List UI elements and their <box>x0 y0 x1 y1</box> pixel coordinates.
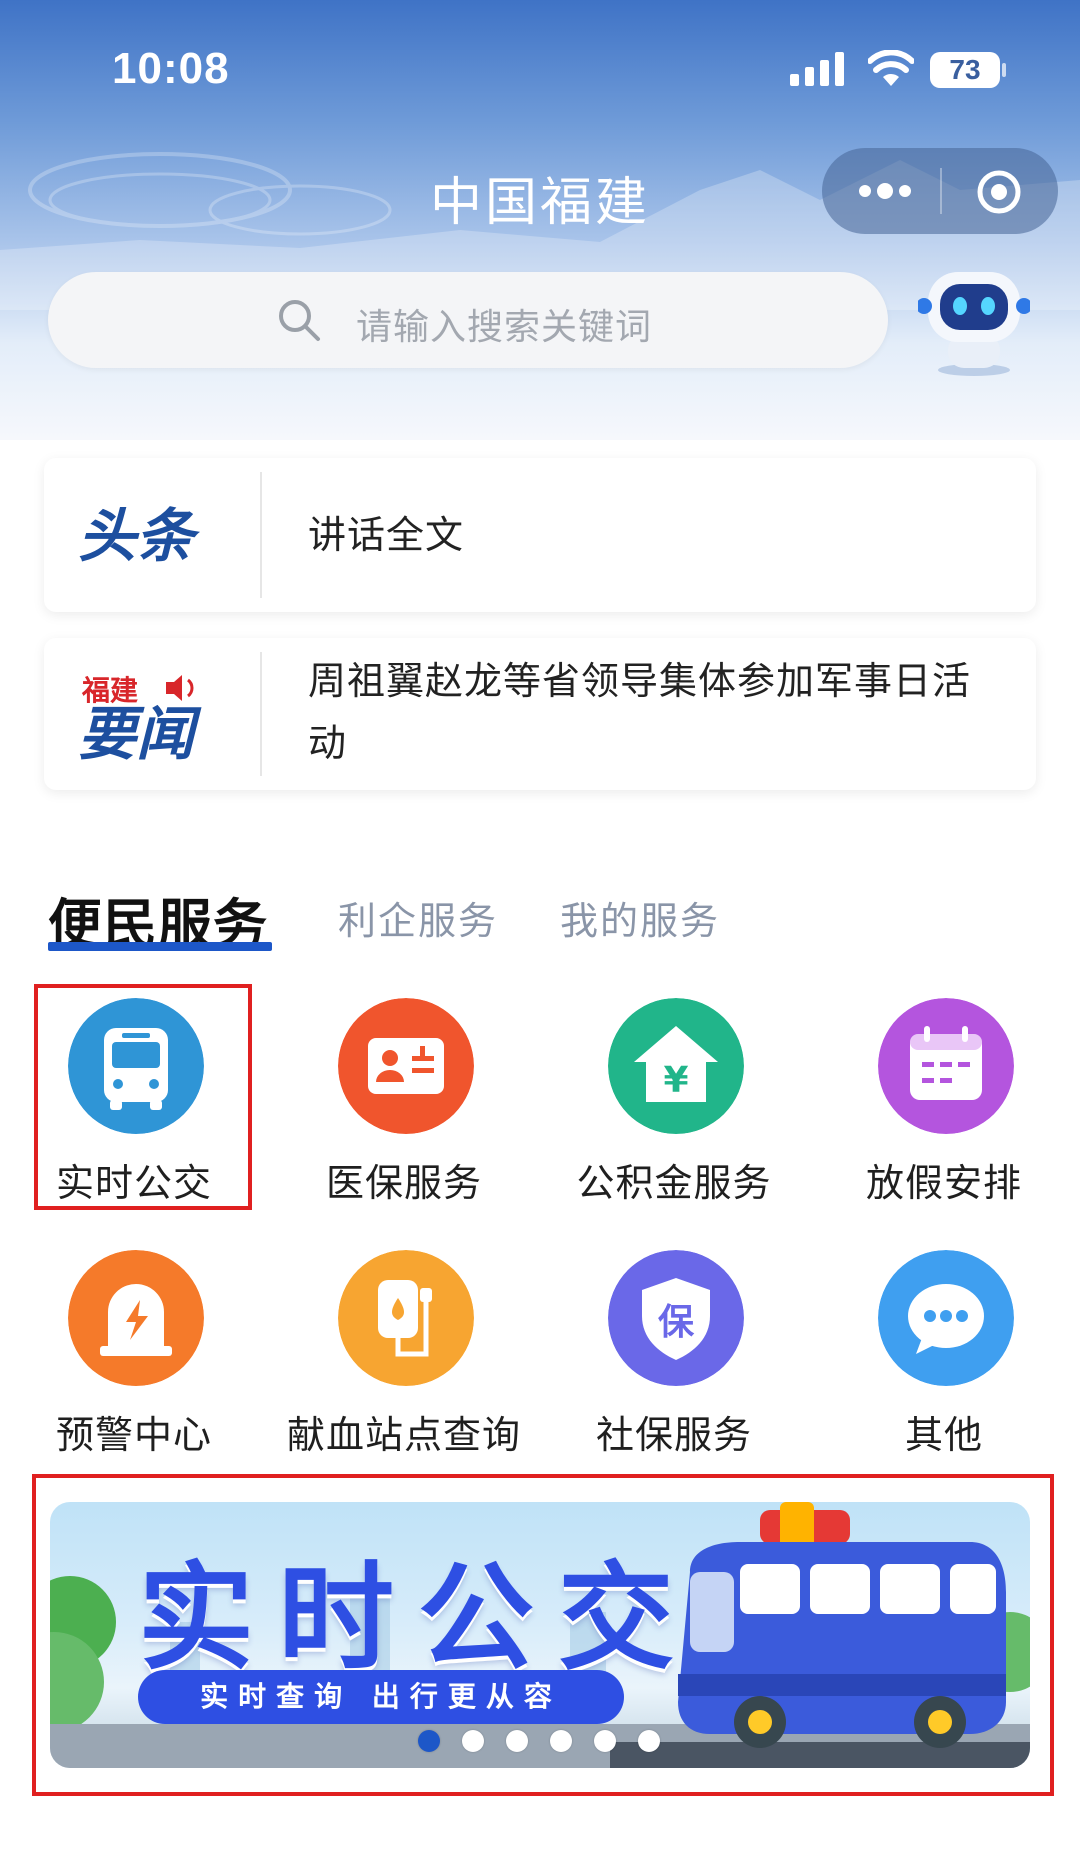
house-yen-icon: ¥ <box>608 998 744 1134</box>
news-text: 周祖翼赵龙等省领导集体参加军事日活 动 <box>308 650 971 774</box>
fujian-news-logo: 福建 要闻 <box>78 674 202 766</box>
tab-active-underline <box>48 942 272 951</box>
search-icon <box>279 300 320 341</box>
service-warning-center[interactable]: 预警中心 <box>4 1250 264 1457</box>
tab-my-services[interactable]: 我的服务 <box>560 890 720 945</box>
shield-bao-icon: 保 <box>608 1250 744 1386</box>
service-blood-station[interactable]: 献血站点查询 <box>274 1250 534 1457</box>
headline-logo-text: 头条 <box>78 502 201 568</box>
battery-nub <box>1002 63 1006 77</box>
news-divider <box>260 652 262 776</box>
battery-icon: 73 <box>930 52 1000 88</box>
wifi-icon <box>868 50 914 86</box>
service-label: 公积金服务 <box>576 1161 772 1205</box>
headline-logo: 头条 <box>78 502 201 568</box>
tab-enterprise-services[interactable]: 利企服务 <box>338 890 498 945</box>
svg-text:保: 保 <box>658 1302 695 1343</box>
id-card-icon <box>338 998 474 1134</box>
service-label: 放假安排 <box>865 1161 1022 1205</box>
news-divider <box>260 472 262 598</box>
svg-text:¥: ¥ <box>663 1060 688 1101</box>
close-miniprogram-icon[interactable] <box>975 168 1023 216</box>
alarm-icon <box>68 1250 204 1386</box>
service-social-security[interactable]: 保 社保服务 <box>544 1250 804 1457</box>
news-card-headline[interactable]: 头条 讲话全文 <box>44 458 1036 612</box>
news-text-line1: 周祖翼赵龙等省领导集体参加军事日活 <box>308 659 972 703</box>
status-time: 10:08 <box>112 44 230 93</box>
service-label: 预警中心 <box>55 1413 212 1457</box>
blood-bag-icon <box>338 1250 474 1386</box>
news-text: 讲话全文 <box>308 513 465 557</box>
fujian-logo-bottom: 要闻 <box>78 700 202 766</box>
service-housing-fund[interactable]: ¥ 公积金服务 <box>544 998 804 1205</box>
service-medical-insurance[interactable]: 医保服务 <box>274 998 534 1205</box>
cellular-signal-icon <box>790 52 844 86</box>
capsule-divider <box>940 168 942 214</box>
service-holiday-schedule[interactable]: 放假安排 <box>814 998 1074 1205</box>
service-label: 献血站点查询 <box>286 1413 521 1457</box>
search-input[interactable]: 请输入搜索关键词 <box>48 272 888 368</box>
more-dots-icon <box>878 1250 1014 1386</box>
calendar-icon <box>878 998 1014 1134</box>
news-card-fujian[interactable]: 福建 要闻 周祖翼赵龙等省领导集体参加军事日活 动 <box>44 638 1036 790</box>
service-others[interactable]: 其他 <box>814 1250 1074 1457</box>
more-menu-icon[interactable] <box>855 178 915 204</box>
highlight-frame-banner <box>32 1474 1054 1796</box>
service-label: 社保服务 <box>595 1413 752 1457</box>
highlight-frame-bus <box>34 984 252 1210</box>
service-label: 医保服务 <box>325 1161 482 1205</box>
service-label: 其他 <box>904 1413 983 1457</box>
status-bar: 10:08 73 <box>0 0 1080 130</box>
robot-assistant-icon[interactable] <box>918 258 1030 378</box>
news-text-line2: 动 <box>308 721 348 765</box>
search-placeholder: 请输入搜索关键词 <box>356 307 653 348</box>
